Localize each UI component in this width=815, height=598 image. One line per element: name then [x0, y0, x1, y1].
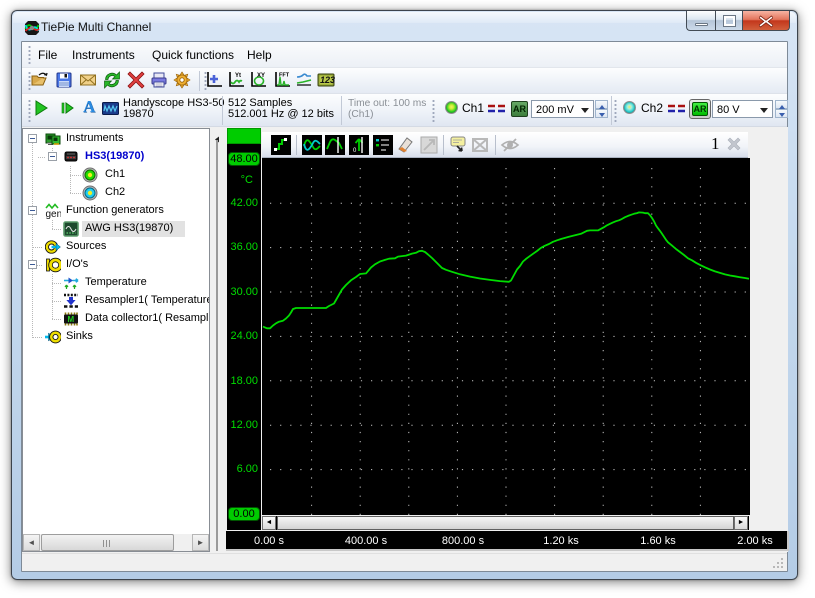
- svg-text:FFT: FFT: [279, 72, 290, 78]
- svg-text:0: 0: [353, 148, 357, 154]
- svg-text:XY: XY: [257, 73, 265, 79]
- svg-text:M: M: [68, 315, 75, 324]
- svg-text:123: 123: [320, 75, 335, 85]
- svg-text:Yt: Yt: [235, 73, 241, 79]
- svg-text:gen: gen: [46, 209, 62, 219]
